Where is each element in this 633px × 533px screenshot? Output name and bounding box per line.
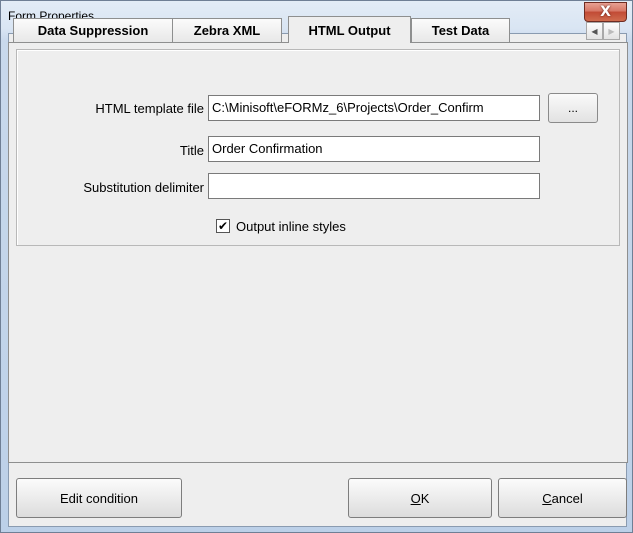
title-label: Title — [179, 143, 204, 158]
title-field[interactable]: Order Confirmation — [208, 136, 540, 162]
tab-zebra-xml[interactable]: Zebra XML — [172, 18, 282, 42]
form-properties-window: Form Properties X Data Suppression Zebra… — [0, 0, 633, 533]
template-file-label: HTML template file — [95, 101, 204, 116]
tab-html-output[interactable]: HTML Output — [288, 16, 411, 43]
scroll-right-icon[interactable]: ▶ — [603, 22, 620, 40]
edit-condition-button[interactable]: Edit condition — [16, 478, 182, 518]
inline-styles-checkbox[interactable]: ✔ — [216, 219, 230, 233]
ok-label-rest: K — [420, 490, 430, 506]
ok-button[interactable]: OK — [348, 478, 492, 518]
cancel-mnemonic: C — [542, 490, 552, 506]
browse-button[interactable]: ... — [548, 93, 598, 123]
delimiter-field[interactable] — [208, 173, 540, 199]
cancel-button[interactable]: Cancel — [498, 478, 627, 518]
inline-styles-label: Output inline styles — [236, 218, 346, 234]
checkmark-icon: ✔ — [217, 219, 229, 233]
tab-scroll-buttons: ◀ ▶ — [586, 22, 620, 40]
inline-styles-option[interactable]: ✔ Output inline styles — [216, 217, 346, 235]
tab-test-data[interactable]: Test Data — [411, 18, 510, 42]
tab-data-suppression[interactable]: Data Suppression — [13, 18, 173, 42]
tab-strip: Data Suppression Zebra XML HTML Output T… — [7, 16, 627, 43]
delimiter-label: Substitution delimiter — [83, 180, 204, 195]
cancel-label-rest: ancel — [551, 490, 583, 506]
scroll-left-icon[interactable]: ◀ — [586, 22, 603, 40]
template-file-field[interactable]: C:\Minisoft\eFORMz_6\Projects\Order_Conf… — [208, 95, 540, 121]
ok-mnemonic: O — [410, 490, 421, 506]
